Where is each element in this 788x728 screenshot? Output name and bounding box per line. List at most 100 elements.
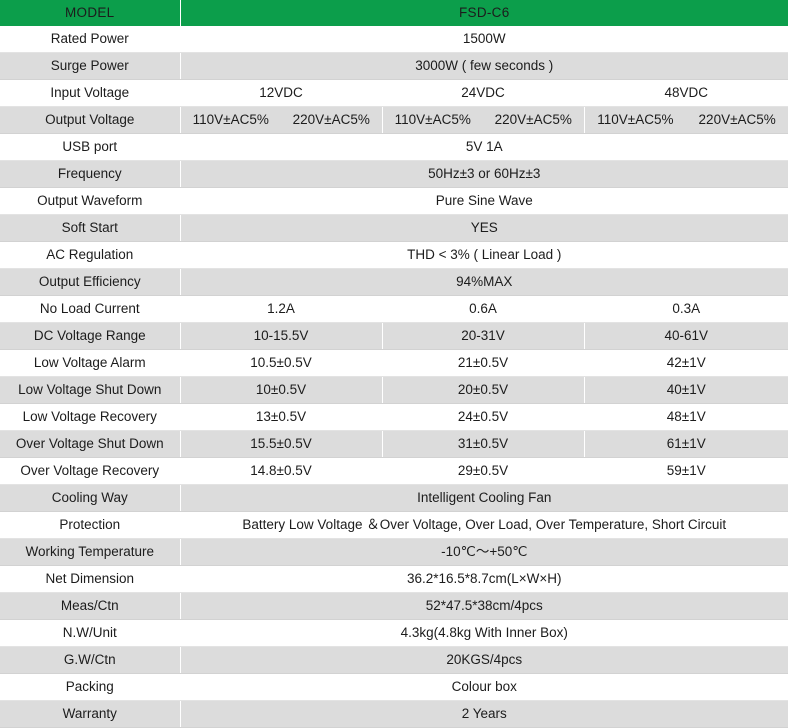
row-value: 42±1V — [584, 349, 788, 377]
row-value: 48±1V — [584, 403, 788, 431]
row-label: Working Temperature — [0, 538, 181, 566]
table-row: Over Voltage Recovery 14.8±0.5V 29±0.5V 59±… — [0, 457, 788, 485]
row-value: Battery Low Voltage ＆Over Voltage, Over … — [180, 511, 788, 539]
row-value: 5V 1A — [180, 133, 788, 161]
row-value: 12VDC — [180, 79, 383, 107]
row-label: Input Voltage — [0, 79, 181, 107]
row-value: 50Hz±3 or 60Hz±3 — [180, 160, 788, 188]
table-row: Low Voltage Recovery 13±0.5V 24±0.5V 48±1V — [0, 403, 788, 431]
row-label: Packing — [0, 673, 181, 701]
row-label: Net Dimension — [0, 565, 181, 593]
table-row: No Load Current 1.2A 0.6A 0.3A — [0, 295, 788, 323]
row-value: Pure Sine Wave — [180, 187, 788, 215]
row-label: N.W/Unit — [0, 619, 181, 647]
row-value: 40-61V — [584, 322, 788, 350]
table-row: Protection Battery Low Voltage ＆Over Volt… — [0, 511, 788, 539]
row-value: 0.3A — [584, 295, 788, 323]
table-row: N.W/Unit 4.3kg(4.8kg With Inner Box) — [0, 619, 788, 647]
row-value: 20KGS/4pcs — [180, 646, 788, 674]
row-value: 10±0.5V — [180, 376, 383, 404]
row-label: Low Voltage Shut Down — [0, 376, 181, 404]
table-row: Cooling Way Intelligent Cooling Fan — [0, 484, 788, 512]
table-row: Output Efficiency 94%MAX — [0, 268, 788, 296]
table-row: Over Voltage Shut Down 15.5±0.5V 31±0.5V 61… — [0, 430, 788, 458]
row-value: 220V±AC5% — [292, 112, 370, 127]
row-label: Output Efficiency — [0, 268, 181, 296]
row-label: Soft Start — [0, 214, 181, 242]
row-value: 61±1V — [584, 430, 788, 458]
row-value: 110V±AC5% — [394, 112, 471, 127]
table-row: Rated Power 1500W — [0, 26, 788, 53]
row-label: Over Voltage Shut Down — [0, 430, 181, 458]
table-header-row: MODEL FSD-C6 — [0, 0, 788, 26]
table-row: Meas/Ctn 52*47.5*38cm/4pcs — [0, 592, 788, 620]
row-label: Output Voltage — [0, 106, 181, 134]
row-value: 24VDC — [382, 79, 585, 107]
row-value: 220V±AC5% — [494, 112, 572, 127]
row-value: 24±0.5V — [382, 403, 585, 431]
table-row: Net Dimension 36.2*16.5*8.7cm(L×W×H) — [0, 565, 788, 593]
row-value: 29±0.5V — [382, 457, 585, 485]
row-value: 59±1V — [584, 457, 788, 485]
specification-table: MODEL FSD-C6 Rated Power 1500W Surge Power… — [0, 0, 788, 728]
row-value: 36.2*16.5*8.7cm(L×W×H) — [180, 565, 788, 593]
row-label: Frequency — [0, 160, 181, 188]
row-label: Cooling Way — [0, 484, 181, 512]
row-value: 94%MAX — [180, 268, 788, 296]
row-value: 15.5±0.5V — [180, 430, 383, 458]
table-row: G.W/Ctn 20KGS/4pcs — [0, 646, 788, 674]
table-row: Output Voltage 110V±AC5% 220V±AC5% 110V±AC5… — [0, 106, 788, 134]
row-label: Over Voltage Recovery — [0, 457, 181, 485]
table-row: Soft Start YES — [0, 214, 788, 242]
row-label: Low Voltage Alarm — [0, 349, 181, 377]
table-body: Rated Power 1500W Surge Power 3000W ( few s… — [0, 26, 788, 728]
row-value: 31±0.5V — [382, 430, 585, 458]
row-label: Warranty — [0, 700, 181, 728]
row-value: 1500W — [180, 26, 788, 53]
row-value: 52*47.5*38cm/4pcs — [180, 592, 788, 620]
table-row: USB port 5V 1A — [0, 133, 788, 161]
header-model-value: FSD-C6 — [180, 0, 788, 26]
table-row: AC Regulation THD < 3% ( Linear Load ) — [0, 241, 788, 269]
row-value-group: 110V±AC5% 220V±AC5% — [180, 106, 383, 134]
row-value: 10-15.5V — [180, 322, 383, 350]
row-label: Output Waveform — [0, 187, 181, 215]
row-value: 0.6A — [382, 295, 585, 323]
row-value: 40±1V — [584, 376, 788, 404]
table-row: Low Voltage Alarm 10.5±0.5V 21±0.5V 42±1V — [0, 349, 788, 377]
row-value: Colour box — [180, 673, 788, 701]
row-value: 21±0.5V — [382, 349, 585, 377]
row-value-group: 110V±AC5% 220V±AC5% — [584, 106, 788, 134]
row-value: 20-31V — [382, 322, 585, 350]
table-row: Input Voltage 12VDC 24VDC 48VDC — [0, 79, 788, 107]
row-label: Rated Power — [0, 26, 181, 53]
table-row: Frequency 50Hz±3 or 60Hz±3 — [0, 160, 788, 188]
table-row: Output Waveform Pure Sine Wave — [0, 187, 788, 215]
table-row: Packing Colour box — [0, 673, 788, 701]
row-label: Surge Power — [0, 52, 181, 80]
row-value: 220V±AC5% — [698, 112, 776, 127]
row-value: -10℃～+50℃ — [180, 538, 788, 566]
row-label: Low Voltage Recovery — [0, 403, 181, 431]
table-row: Working Temperature -10℃～+50℃ — [0, 538, 788, 566]
row-value: 48VDC — [584, 79, 788, 107]
table-row: DC Voltage Range 10-15.5V 20-31V 40-61V — [0, 322, 788, 350]
row-value: 110V±AC5% — [192, 112, 269, 127]
row-label: Meas/Ctn — [0, 592, 181, 620]
row-value: 4.3kg(4.8kg With Inner Box) — [180, 619, 788, 647]
row-value: 20±0.5V — [382, 376, 585, 404]
row-value: YES — [180, 214, 788, 242]
row-value: 1.2A — [180, 295, 383, 323]
row-label: Protection — [0, 511, 181, 539]
row-value-group: 110V±AC5% 220V±AC5% — [382, 106, 585, 134]
row-value: 14.8±0.5V — [180, 457, 383, 485]
table-row: Warranty 2 Years — [0, 700, 788, 728]
row-value: 13±0.5V — [180, 403, 383, 431]
row-value: Intelligent Cooling Fan — [180, 484, 788, 512]
row-label: G.W/Ctn — [0, 646, 181, 674]
table-row: Surge Power 3000W ( few seconds ) — [0, 52, 788, 80]
row-value: 2 Years — [180, 700, 788, 728]
row-label: USB port — [0, 133, 181, 161]
table-row: Low Voltage Shut Down 10±0.5V 20±0.5V 40±1V — [0, 376, 788, 404]
row-value: 3000W ( few seconds ) — [180, 52, 788, 80]
